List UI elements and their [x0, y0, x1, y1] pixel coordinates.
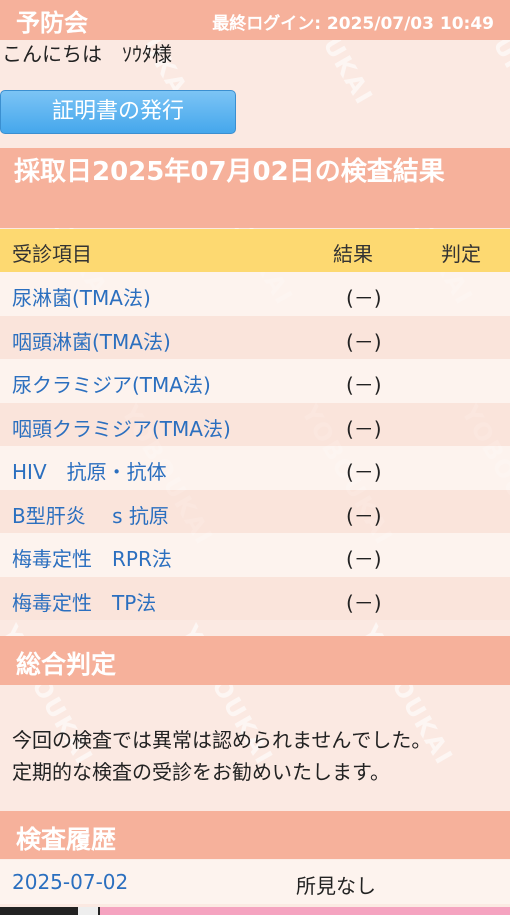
test-result: (－): [346, 590, 382, 615]
table-row: 尿淋菌(TMA法) (－): [0, 272, 510, 316]
test-item-link[interactable]: 咽頭クラミジア(TMA法): [12, 413, 231, 442]
test-item-link[interactable]: 尿淋菌(TMA法): [12, 282, 151, 311]
app-header: 予防会 最終ログイン: 2025/07/03 10:49: [0, 0, 510, 40]
column-header-result: 結果: [333, 242, 373, 266]
issue-certificate-button[interactable]: 証明書の発行: [0, 90, 236, 134]
overall-judgement-heading: 総合判定: [0, 636, 510, 685]
test-item-link[interactable]: 咽頭淋菌(TMA法): [12, 326, 171, 355]
test-item-link[interactable]: 尿クラミジア(TMA法): [12, 369, 211, 398]
overall-judgement-line: 今回の検査では異常は認められませんでした。: [12, 728, 432, 752]
test-result: (－): [346, 373, 382, 397]
history-date-link[interactable]: 2025-07-02: [12, 870, 128, 894]
table-row: 梅毒定性 RPR法 (－): [0, 533, 510, 577]
table-row: 尿クラミジア(TMA法) (－): [0, 359, 510, 403]
test-result: (－): [346, 460, 382, 484]
history-note: 所見なし: [296, 874, 376, 898]
scroll-thumb[interactable]: [78, 907, 98, 915]
overall-judgement-text: 今回の検査では異常は認められませんでした。 定期的な検査の受診をお勧めいたします…: [12, 724, 502, 788]
test-result: (－): [346, 416, 382, 441]
test-result: (－): [346, 547, 382, 571]
overall-judgement-line: 定期的な検査の受診をお勧めいたします。: [12, 760, 390, 784]
column-header-judgement: 判定: [441, 242, 481, 266]
brand-logo-text: 予防会: [16, 9, 88, 37]
table-row: 咽頭クラミジア(TMA法) (－): [0, 402, 510, 446]
result-title: 採取日2025年07月02日の検査結果: [0, 148, 510, 228]
last-login-info: 最終ログイン: 2025/07/03 10:49: [212, 14, 494, 34]
bottom-scroll-bar: [0, 907, 510, 915]
column-header-item: 受診項目: [12, 242, 92, 266]
test-result: (－): [346, 503, 382, 528]
history-row: 2025-07-02 所見なし: [0, 859, 510, 904]
table-row: B型肝炎 s 抗原 (－): [0, 489, 510, 533]
table-row: HIV 抗原・抗体 (－): [0, 446, 510, 490]
table-row: 咽頭淋菌(TMA法) (－): [0, 315, 510, 359]
exam-history-heading: 検査履歴: [0, 811, 510, 860]
test-result: (－): [346, 329, 382, 354]
test-item-link[interactable]: 梅毒定性 TP法: [12, 587, 156, 616]
test-item-link[interactable]: B型肝炎 s 抗原: [12, 500, 169, 529]
test-item-link[interactable]: 梅毒定性 RPR法: [12, 543, 172, 572]
test-result: (－): [346, 286, 382, 310]
results-table-body: 尿淋菌(TMA法) (－) 咽頭淋菌(TMA法) (－) 尿クラミジア(TMA法…: [0, 272, 510, 620]
test-item-link[interactable]: HIV 抗原・抗体: [12, 456, 167, 485]
table-row: 梅毒定性 TP法 (－): [0, 576, 510, 620]
greeting-text: こんにちは ｿｳﾀ様: [2, 42, 172, 66]
results-table-header: 受診項目 結果 判定: [0, 229, 510, 272]
